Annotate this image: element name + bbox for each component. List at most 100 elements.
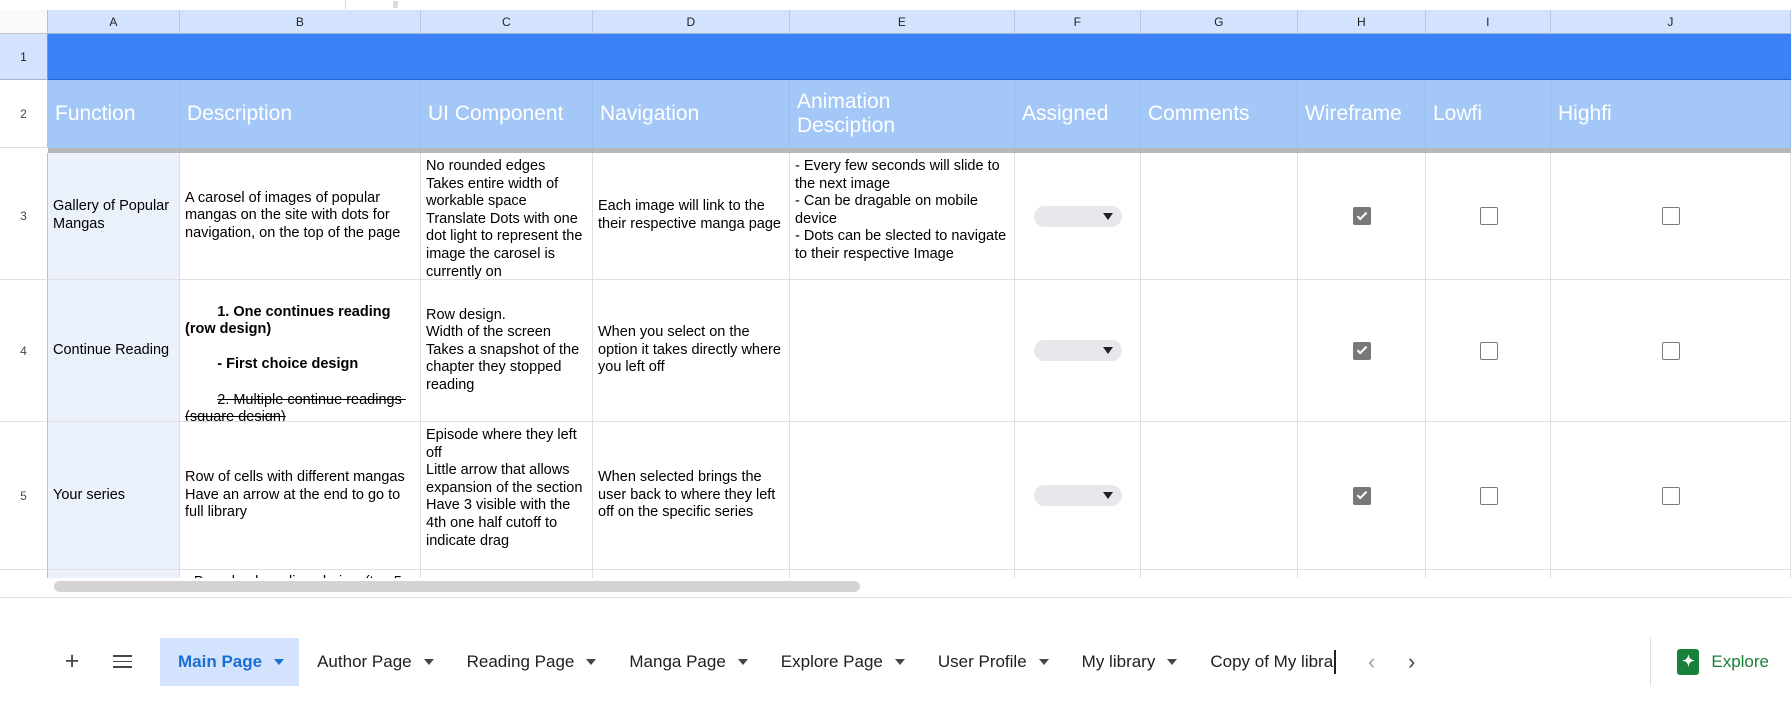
cell-animation-r5[interactable] (790, 422, 1015, 570)
wireframe-checkbox-r5[interactable] (1353, 486, 1371, 505)
column-header-i[interactable]: I (1426, 10, 1551, 34)
chevron-down-icon[interactable] (1167, 658, 1178, 665)
cell-lowfi-r3[interactable] (1426, 153, 1551, 280)
prev-sheet-button[interactable]: ‹ (1352, 642, 1392, 682)
cell-highfi-r5[interactable] (1551, 422, 1791, 570)
column-header-f[interactable]: F (1015, 10, 1141, 34)
column-header-j[interactable]: J (1551, 10, 1791, 34)
header-cell-assigned[interactable]: Assigned (1015, 80, 1141, 148)
cell-animation-r4[interactable] (790, 280, 1015, 422)
cell-assigned-r5[interactable] (1015, 422, 1141, 570)
row-header-5[interactable]: 5 (0, 422, 48, 570)
wireframe-checkbox-r3[interactable] (1353, 207, 1371, 225)
sheet-tab-label: Copy of My libra (1210, 651, 1334, 671)
sheet-tab-label: Reading Page (466, 651, 575, 671)
explore-button[interactable]: ✦ Explore (1650, 637, 1791, 686)
table-row: 4 Continue Reading 1. One continues read… (0, 280, 1791, 422)
wireframe-checkbox-r4[interactable] (1353, 341, 1371, 360)
column-header-g[interactable]: G (1141, 10, 1298, 34)
all-sheets-button[interactable] (102, 642, 142, 682)
add-sheet-button[interactable]: + (52, 642, 92, 682)
cell-lowfi-r4[interactable] (1426, 280, 1551, 422)
cell-description-r5[interactable]: Row of cells with different mangas Have … (180, 422, 421, 570)
header-cell-wireframe[interactable]: Wireframe (1298, 80, 1426, 148)
sheet-tab-manga-page[interactable]: Manga Page (611, 638, 762, 686)
chevron-down-icon[interactable] (1038, 658, 1049, 665)
chevron-down-icon[interactable] (894, 658, 905, 665)
highfi-checkbox-r3[interactable] (1662, 207, 1680, 225)
cell-assigned-r4[interactable] (1015, 280, 1141, 422)
sheet-nav-arrows: ‹ › (1352, 642, 1432, 682)
header-cell-comments[interactable]: Comments (1141, 80, 1298, 148)
sheet-tab-author-page[interactable]: Author Page (299, 638, 449, 686)
chevron-down-icon[interactable] (586, 658, 597, 665)
cell-lowfi-r5[interactable] (1426, 422, 1551, 570)
sheet-tab-explore-page[interactable]: Explore Page (763, 638, 920, 686)
cell-highfi-r4[interactable] (1551, 280, 1791, 422)
cell-navigation-r5[interactable]: When selected brings the user back to wh… (593, 422, 790, 570)
sheet-tab-label: Explore Page (780, 651, 883, 671)
cell-navigation-r3[interactable]: Each image will link to the their respec… (593, 153, 790, 280)
banner-cell-row1[interactable] (48, 34, 1791, 80)
sheet-tab-copy-of-my-library[interactable]: Copy of My libra (1192, 638, 1337, 686)
sheet-tab-label: Main Page (178, 651, 263, 671)
assigned-dropdown-r4[interactable] (1034, 340, 1122, 361)
cell-ui-component-r4[interactable]: Row design. Width of the screen Takes a … (421, 280, 593, 422)
cell-function-r4[interactable]: Continue Reading (48, 280, 180, 422)
header-cell-highfi[interactable]: Highfi (1551, 80, 1791, 148)
chevron-down-icon[interactable] (423, 658, 434, 665)
spreadsheet-grid[interactable]: A B C D E F G H I J 1 2 Function Descrip… (0, 10, 1791, 585)
column-header-e[interactable]: E (790, 10, 1015, 34)
column-header-b[interactable]: B (180, 10, 421, 34)
cell-comments-r5[interactable] (1141, 422, 1298, 570)
cell-comments-r3[interactable] (1141, 153, 1298, 280)
column-header-h[interactable]: H (1298, 10, 1426, 34)
sheet-tab-user-profile[interactable]: User Profile (920, 638, 1064, 686)
chevron-down-icon (1103, 347, 1113, 354)
cell-wireframe-r4[interactable] (1298, 280, 1426, 422)
row-header-3[interactable]: 3 (0, 153, 48, 280)
assigned-dropdown-r3[interactable] (1034, 205, 1122, 227)
cell-assigned-r3[interactable] (1015, 153, 1141, 280)
column-header-c[interactable]: C (421, 10, 593, 34)
lowfi-checkbox-r5[interactable] (1479, 486, 1498, 505)
header-cell-ui-component[interactable]: UI Component (421, 80, 593, 148)
row-header-2[interactable]: 2 (0, 80, 48, 148)
lowfi-checkbox-r4[interactable] (1479, 341, 1498, 360)
cell-highfi-r3[interactable] (1551, 153, 1791, 280)
cell-wireframe-r5[interactable] (1298, 422, 1426, 570)
check-icon (1356, 488, 1368, 500)
header-cell-function[interactable]: Function (48, 80, 180, 148)
row-header-1[interactable]: 1 (0, 34, 48, 80)
header-cell-description[interactable]: Description (180, 80, 421, 148)
chevron-down-icon (1103, 492, 1113, 499)
header-cell-navigation[interactable]: Navigation (593, 80, 790, 148)
highfi-checkbox-r5[interactable] (1662, 486, 1680, 505)
next-sheet-button[interactable]: › (1392, 642, 1432, 682)
cell-function-r3[interactable]: Gallery of Popular Mangas (48, 153, 180, 280)
header-cell-animation-description[interactable]: Animation Desciption (790, 80, 1015, 148)
assigned-dropdown-r5[interactable] (1034, 485, 1122, 506)
sheet-tab-reading-page[interactable]: Reading Page (449, 638, 612, 686)
cell-ui-component-r5[interactable]: Episode where they left off Little arrow… (421, 422, 593, 570)
cell-description-r4[interactable]: 1. One continues reading (row design) - … (180, 280, 421, 422)
header-cell-lowfi[interactable]: Lowfi (1426, 80, 1551, 148)
cell-wireframe-r3[interactable] (1298, 153, 1426, 280)
cell-ui-component-r3[interactable]: No rounded edges Takes entire width of w… (421, 153, 593, 280)
sheet-tab-my-library[interactable]: My library (1064, 638, 1193, 686)
row-header-4[interactable]: 4 (0, 280, 48, 422)
chevron-down-icon[interactable] (737, 658, 748, 665)
column-header-a[interactable]: A (48, 10, 180, 34)
cell-comments-r4[interactable] (1141, 280, 1298, 422)
column-header-d[interactable]: D (593, 10, 790, 34)
cell-function-r5[interactable]: Your series (48, 422, 180, 570)
cell-animation-r3[interactable]: - Every few seconds will slide to the ne… (790, 153, 1015, 280)
cell-navigation-r4[interactable]: When you select on the option it takes d… (593, 280, 790, 422)
highfi-checkbox-r4[interactable] (1662, 341, 1680, 360)
chevron-down-icon[interactable] (274, 658, 285, 665)
lowfi-checkbox-r3[interactable] (1479, 207, 1498, 225)
cell-description-r3[interactable]: A carosel of images of popular mangas on… (180, 153, 421, 280)
sheet-tab-main-page[interactable]: Main Page (160, 637, 300, 686)
horizontal-scrollbar-thumb[interactable] (54, 581, 860, 592)
select-all-corner[interactable] (0, 10, 48, 34)
